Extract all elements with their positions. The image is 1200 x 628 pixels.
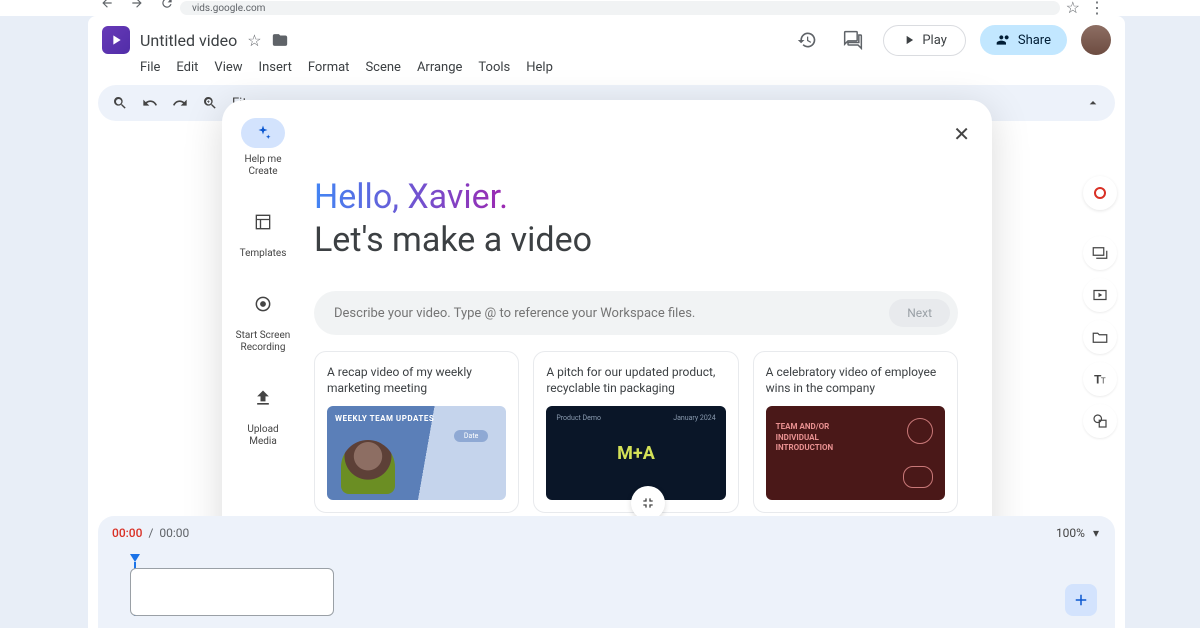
card-title: A recap video of my weekly marketing mee… xyxy=(327,364,506,396)
total-time: 00:00 xyxy=(159,526,189,540)
share-button[interactable]: Share xyxy=(980,25,1067,55)
greeting: Hello, Xavier. Let's make a video xyxy=(314,176,958,261)
menu-arrange[interactable]: Arrange xyxy=(417,60,462,75)
record-icon xyxy=(1094,187,1106,199)
suggestion-cards: A recap video of my weekly marketing mee… xyxy=(314,351,958,513)
play-icon xyxy=(902,33,916,47)
redo-icon[interactable] xyxy=(172,95,188,111)
expand-collapse-icon[interactable] xyxy=(631,486,665,520)
thumb-date: January 2024 xyxy=(673,414,715,422)
next-button[interactable]: Next xyxy=(889,299,950,327)
card-thumbnail: Date xyxy=(327,406,506,500)
menu-format[interactable]: Format xyxy=(308,60,350,75)
reload-icon[interactable] xyxy=(160,0,174,10)
comments-icon[interactable] xyxy=(837,24,869,56)
menu-tools[interactable]: Tools xyxy=(478,60,510,75)
menu-bar: File Edit View Insert Format Scene Arran… xyxy=(88,58,1125,81)
svg-text:T: T xyxy=(1101,377,1106,387)
card-title: A celebratory video of employee wins in … xyxy=(766,364,945,396)
search-icon[interactable] xyxy=(112,95,128,111)
current-time: 00:00 xyxy=(112,526,142,540)
thumb-label: Product Demo xyxy=(556,414,601,422)
back-icon[interactable] xyxy=(100,0,114,10)
card-thumbnail: Product Demo January 2024 M+A xyxy=(546,406,725,500)
rail-shapes-icon[interactable] xyxy=(1083,404,1117,438)
thumb-date-badge: Date xyxy=(454,430,488,442)
app-header: Untitled video ☆ Play Share xyxy=(88,16,1125,58)
rail-media-icon[interactable] xyxy=(1083,278,1117,312)
share-label: Share xyxy=(1018,33,1051,48)
menu-file[interactable]: File xyxy=(140,60,160,75)
user-avatar[interactable] xyxy=(1081,25,1111,55)
rail-scenes-icon[interactable] xyxy=(1083,236,1117,270)
thumb-text: TEAM AND/OR INDIVIDUAL INTRODUCTION xyxy=(776,422,846,453)
document-title[interactable]: Untitled video xyxy=(140,31,237,50)
nav-label: Help me Create xyxy=(233,154,293,178)
zoom-value: 100% xyxy=(1056,526,1085,540)
right-rail: TT xyxy=(1083,176,1117,438)
greeting-subtitle: Let's make a video xyxy=(314,220,592,260)
zoom-icon[interactable] xyxy=(202,95,218,111)
history-icon[interactable] xyxy=(791,24,823,56)
card-recap-video[interactable]: A recap video of my weekly marketing mee… xyxy=(314,351,519,513)
people-icon xyxy=(996,32,1012,48)
timeline: 00:00 / 00:00 100% ▾ xyxy=(98,516,1115,628)
card-employee-wins[interactable]: A celebratory video of employee wins in … xyxy=(753,351,958,513)
forward-icon[interactable] xyxy=(130,0,144,10)
play-button[interactable]: Play xyxy=(883,25,966,56)
nav-label: Templates xyxy=(240,248,287,260)
nav-help-me-create[interactable]: Help me Create xyxy=(233,118,293,178)
undo-icon[interactable] xyxy=(142,95,158,111)
close-icon[interactable]: ✕ xyxy=(953,122,970,146)
menu-insert[interactable]: Insert xyxy=(259,60,292,75)
collapse-toolbar-icon[interactable] xyxy=(1085,95,1101,111)
time-display: 00:00 / 00:00 xyxy=(112,526,1101,540)
nav-label: Upload Media xyxy=(233,424,293,448)
card-thumbnail: TEAM AND/OR INDIVIDUAL INTRODUCTION xyxy=(766,406,945,500)
zoom-control[interactable]: 100% ▾ xyxy=(1056,526,1099,540)
greeting-name: Xavier. xyxy=(407,177,508,217)
rail-folder-icon[interactable] xyxy=(1083,320,1117,354)
browser-chrome: vids.google.com ☆ ⋮ xyxy=(0,0,1200,16)
menu-view[interactable]: View xyxy=(214,60,242,75)
menu-edit[interactable]: Edit xyxy=(176,60,198,75)
nav-screen-recording[interactable]: Start Screen Recording xyxy=(233,284,293,354)
card-title: A pitch for our updated product, recycla… xyxy=(546,364,725,396)
menu-scene[interactable]: Scene xyxy=(365,60,401,75)
menu-help[interactable]: Help xyxy=(526,60,553,75)
upload-icon xyxy=(243,378,283,418)
record-circle-icon xyxy=(243,284,283,324)
sparkle-icon xyxy=(241,118,285,148)
bookmark-star-icon[interactable]: ☆ xyxy=(1066,0,1080,17)
chevron-down-icon: ▾ xyxy=(1093,526,1099,540)
url-bar[interactable]: vids.google.com xyxy=(180,1,1060,15)
prompt-box: Next xyxy=(314,291,958,335)
star-icon[interactable]: ☆ xyxy=(247,31,261,50)
thumb-logo: M+A xyxy=(617,443,655,464)
nav-templates[interactable]: Templates xyxy=(240,202,287,260)
nav-upload-media[interactable]: Upload Media xyxy=(233,378,293,448)
prompt-input[interactable] xyxy=(334,306,889,321)
card-product-pitch[interactable]: A pitch for our updated product, recycla… xyxy=(533,351,738,513)
add-scene-button[interactable] xyxy=(1065,584,1097,616)
browser-menu-icon[interactable]: ⋮ xyxy=(1089,0,1105,17)
play-label: Play xyxy=(922,33,947,48)
record-button[interactable] xyxy=(1083,176,1117,210)
rail-text-icon[interactable]: TT xyxy=(1083,362,1117,396)
time-separator: / xyxy=(148,526,153,540)
templates-icon xyxy=(243,202,283,242)
nav-label: Start Screen Recording xyxy=(233,330,293,354)
scene-placeholder[interactable] xyxy=(130,568,334,616)
vids-logo-icon[interactable] xyxy=(102,26,130,54)
app-frame: Untitled video ☆ Play Share File Edit Vi… xyxy=(88,16,1125,628)
move-folder-icon[interactable] xyxy=(272,32,288,48)
greeting-prefix: Hello, xyxy=(314,177,407,217)
